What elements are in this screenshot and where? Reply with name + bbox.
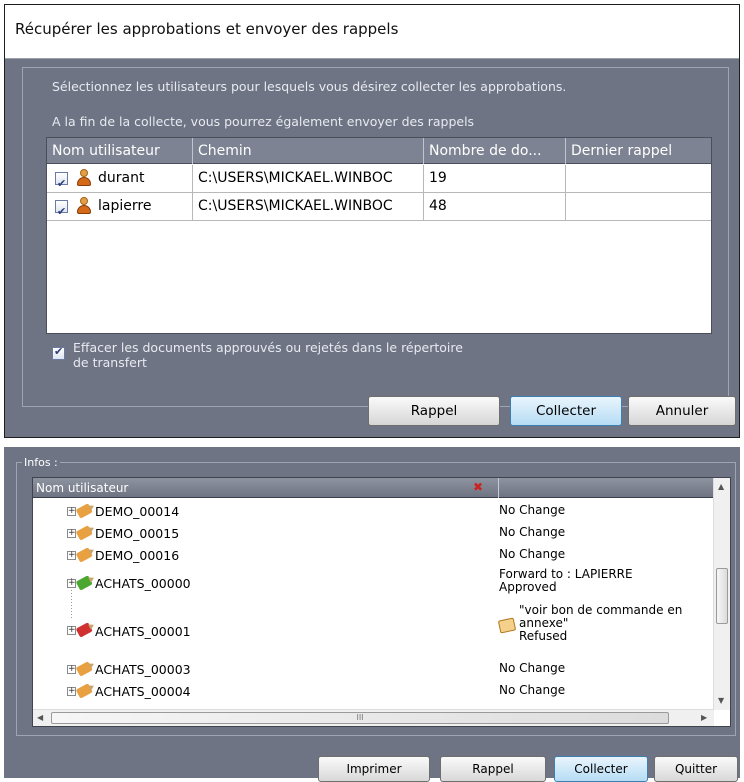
item-name: DEMO_00015 xyxy=(95,526,180,541)
tree-item[interactable]: + ACHATS_00003 No Change xyxy=(33,660,714,678)
item-status: No Change xyxy=(499,661,566,675)
item-name: ACHATS_00000 xyxy=(95,576,191,591)
user-checkbox[interactable] xyxy=(55,170,68,192)
user-icon xyxy=(76,169,92,187)
tree-item[interactable]: + DEMO_00015 No Change xyxy=(33,524,714,542)
delete-documents-label[interactable]: Effacer les documents approuvés ou rejet… xyxy=(73,340,463,370)
horizontal-scrollbar[interactable]: ◀ III ▶ xyxy=(33,709,714,726)
clear-filter-icon[interactable]: ✖ xyxy=(473,480,483,494)
user-name: durant xyxy=(98,170,145,186)
table-row[interactable]: lapierre C:\USERS\MICKAEL.WINBOC 48 xyxy=(47,193,711,221)
tree-header: Nom utilisateur ✖ xyxy=(33,478,714,498)
scroll-down-arrow-icon[interactable]: ▼ xyxy=(718,696,724,705)
imprimer-button[interactable]: Imprimer xyxy=(318,756,430,782)
expand-icon[interactable]: + xyxy=(67,579,76,588)
path-cell: C:\USERS\MICKAEL.WINBOC xyxy=(193,165,424,192)
column-separator xyxy=(498,478,499,498)
item-status-line2: Approved xyxy=(499,580,557,594)
item-name: ACHATS_00004 xyxy=(95,684,191,699)
column-header-user[interactable]: Nom utilisateur xyxy=(47,138,193,164)
rappel-button[interactable]: Rappel xyxy=(368,396,500,426)
user-icon xyxy=(76,197,92,215)
item-status: No Change xyxy=(499,503,566,517)
user-name: lapierre xyxy=(98,198,152,214)
last-reminder-cell xyxy=(566,193,711,220)
user-cell: durant xyxy=(47,165,193,192)
pencil-icon xyxy=(75,545,97,563)
collecter-button[interactable]: Collecter xyxy=(510,396,622,426)
users-grid[interactable]: Nom utilisateur Chemin Nombre de do... D… xyxy=(46,137,712,334)
scroll-up-arrow-icon[interactable]: ▲ xyxy=(718,482,724,491)
doc-count-cell: 48 xyxy=(424,193,566,220)
last-reminder-cell xyxy=(566,165,711,192)
dialog-title: Récupérer les approbations et envoyer de… xyxy=(15,20,399,38)
collecter-button[interactable]: Collecter xyxy=(554,756,648,782)
pencil-icon xyxy=(75,501,97,519)
user-cell: lapierre xyxy=(47,193,193,220)
tree-item[interactable]: + ACHATS_00004 No Change xyxy=(33,682,714,700)
vertical-scroll-thumb[interactable] xyxy=(716,568,728,624)
note-icon xyxy=(497,617,517,634)
dialog-title-bar: Récupérer les approbations et envoyer de… xyxy=(5,5,739,59)
infos-group-label: Infos : xyxy=(22,456,60,469)
pencil-icon xyxy=(75,523,97,541)
reminder-note-text: A la fin de la collecte, vous pourrez ég… xyxy=(52,114,475,129)
user-checkbox[interactable] xyxy=(55,198,68,220)
expand-icon[interactable]: + xyxy=(67,529,76,538)
item-status: No Change xyxy=(499,683,566,697)
instruction-text: Sélectionnez les utilisateurs pour lesqu… xyxy=(52,79,567,94)
quitter-button[interactable]: Quitter xyxy=(654,756,738,782)
pencil-icon xyxy=(75,620,97,638)
scroll-left-arrow-icon[interactable]: ◀ xyxy=(37,713,43,722)
item-name: DEMO_00014 xyxy=(95,504,180,519)
tree-item[interactable]: + ACHATS_00000 Forward to : LAPIERRE App… xyxy=(33,566,714,596)
vertical-scrollbar[interactable]: ▲ ▼ xyxy=(713,478,730,710)
column-header-doc-count[interactable]: Nombre de do... xyxy=(424,138,566,164)
tree-item[interactable]: + DEMO_00014 No Change xyxy=(33,502,714,520)
pencil-icon xyxy=(75,681,97,699)
table-row[interactable]: durant C:\USERS\MICKAEL.WINBOC 19 xyxy=(47,165,711,193)
tree-item[interactable]: + DEMO_00016 No Change xyxy=(33,546,714,564)
column-header-user[interactable]: Nom utilisateur xyxy=(36,481,128,495)
expand-icon[interactable]: + xyxy=(67,687,76,696)
expand-icon[interactable]: + xyxy=(67,626,76,635)
delete-documents-checkbox[interactable] xyxy=(52,345,65,360)
doc-count-cell: 19 xyxy=(424,165,566,192)
horizontal-scroll-thumb[interactable]: III xyxy=(51,712,669,724)
delete-documents-label-line2: de transfert xyxy=(73,355,147,370)
item-name: ACHATS_00001 xyxy=(95,624,191,639)
pencil-icon xyxy=(75,659,97,677)
expand-icon[interactable]: + xyxy=(67,551,76,560)
tree-item[interactable]: + ACHATS_00001 "voir bon de commande en … xyxy=(33,600,714,656)
pencil-icon xyxy=(75,573,97,591)
item-status: No Change xyxy=(499,547,566,561)
grid-header: Nom utilisateur Chemin Nombre de do... D… xyxy=(47,138,711,164)
delete-documents-label-line1: Effacer les documents approuvés ou rejet… xyxy=(73,340,463,355)
expand-icon[interactable]: + xyxy=(67,665,76,674)
scroll-right-arrow-icon[interactable]: ▶ xyxy=(701,713,707,722)
expand-icon[interactable]: + xyxy=(67,507,76,516)
item-name: DEMO_00016 xyxy=(95,548,180,563)
path-cell: C:\USERS\MICKAEL.WINBOC xyxy=(193,193,424,220)
annuler-button[interactable]: Annuler xyxy=(628,396,736,426)
screenshot: Récupérer les approbations et envoyer de… xyxy=(0,0,744,782)
column-header-path[interactable]: Chemin xyxy=(193,138,424,164)
item-name: ACHATS_00003 xyxy=(95,662,191,677)
item-status-line3: Refused xyxy=(519,629,568,643)
results-tree[interactable]: Nom utilisateur ✖ + DEMO_00014 No Change… xyxy=(32,477,731,727)
column-header-last-reminder[interactable]: Dernier rappel xyxy=(566,138,711,164)
item-status: No Change xyxy=(499,525,566,539)
rappel-button[interactable]: Rappel xyxy=(440,756,546,782)
